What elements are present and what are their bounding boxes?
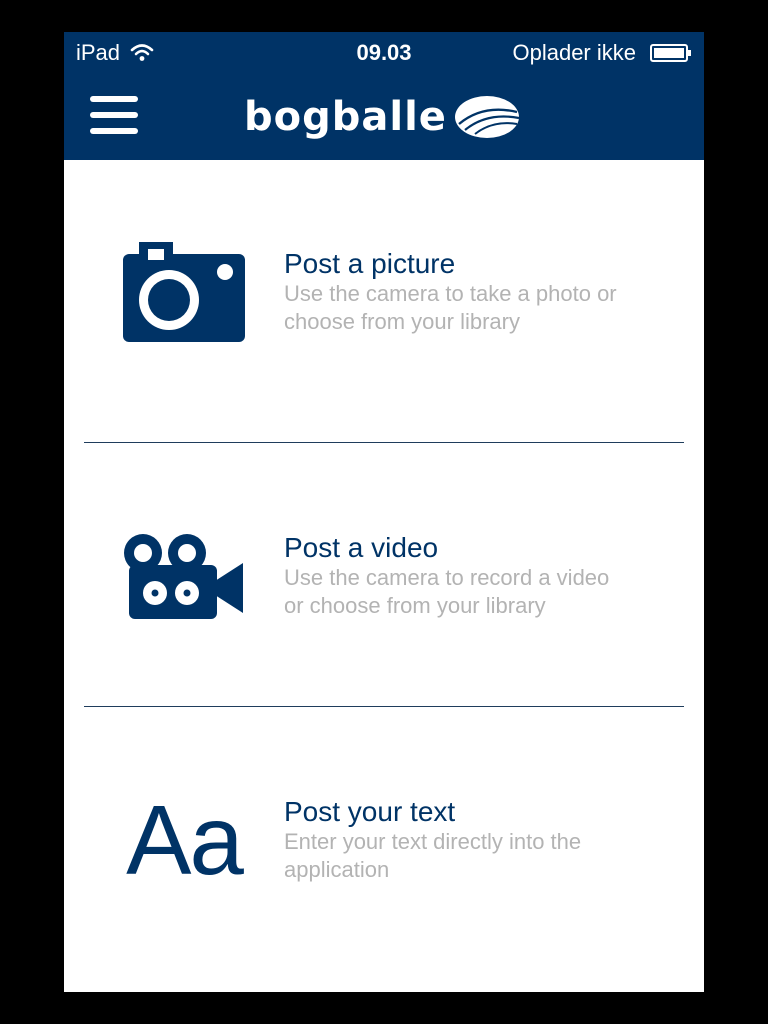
post-picture-description-line1: Use the camera to take a photo or bbox=[284, 281, 617, 306]
brand-logo: bogballe bbox=[244, 92, 521, 142]
hamburger-icon-bar-middle bbox=[90, 112, 138, 118]
logo-text: bogballe bbox=[244, 94, 447, 140]
status-right: Oplader ikke bbox=[512, 40, 692, 66]
post-picture-option[interactable]: Post a picture Use the camera to take a … bbox=[84, 160, 684, 424]
hamburger-icon-bar-top bbox=[90, 96, 138, 102]
charging-status: Oplader ikke bbox=[512, 40, 636, 65]
post-video-title: Post a video bbox=[284, 532, 439, 563]
app-screen: iPad 09.03 Oplader ikke bogballe Post a … bbox=[64, 32, 704, 992]
post-text-description-line1: Enter your text directly into the bbox=[284, 829, 582, 854]
post-picture-description-line2: choose from your library bbox=[284, 309, 520, 334]
divider bbox=[84, 442, 684, 443]
post-text-texts: Post your text Enter your text directly … bbox=[284, 708, 684, 972]
logo-swoosh-icon bbox=[454, 96, 520, 138]
nav-bar: bogballe bbox=[64, 74, 704, 160]
status-bar: iPad 09.03 Oplader ikke bbox=[64, 32, 704, 74]
post-video-description-line1: Use the camera to record a video bbox=[284, 565, 610, 590]
post-video-description-line2: or choose from your library bbox=[284, 593, 546, 618]
text-icon: Aa bbox=[122, 708, 246, 972]
post-options: Post a picture Use the camera to take a … bbox=[64, 160, 704, 992]
post-picture-texts: Post a picture Use the camera to take a … bbox=[284, 160, 684, 424]
video-camera-icon-graphic bbox=[124, 534, 243, 619]
post-video-option[interactable]: Post a video Use the camera to record a … bbox=[84, 444, 684, 708]
post-text-option[interactable]: Aa Post your text Enter your text direct… bbox=[84, 708, 684, 972]
hamburger-icon-bar-bottom bbox=[90, 128, 138, 134]
divider bbox=[84, 706, 684, 707]
camera-icon bbox=[122, 160, 246, 424]
post-text-title: Post your text bbox=[284, 796, 456, 827]
post-picture-title: Post a picture bbox=[284, 248, 456, 279]
text-icon-glyph: Aa bbox=[126, 785, 244, 895]
menu-button[interactable] bbox=[90, 96, 138, 136]
video-camera-icon bbox=[122, 444, 246, 708]
camera-icon-graphic bbox=[123, 242, 245, 342]
post-text-description-line2: application bbox=[284, 857, 390, 882]
post-video-texts: Post a video Use the camera to record a … bbox=[284, 444, 684, 708]
battery-icon bbox=[650, 44, 691, 62]
